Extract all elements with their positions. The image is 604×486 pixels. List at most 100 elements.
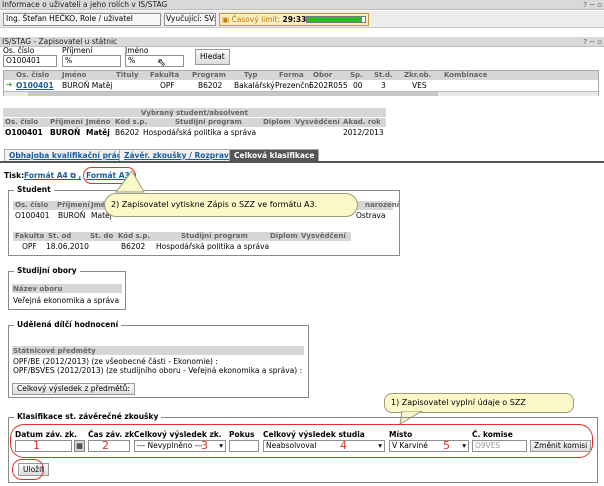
results-table: Os. číslo Jméno Tituly Fakulta Program T… — [3, 70, 599, 96]
sel-akad: 2012/2013 — [343, 128, 384, 137]
vyucujici-field: Vyučující: SV: HECKO — [164, 13, 216, 26]
st-h-stdo: St. do — [90, 232, 114, 240]
chevron-down-icon: ▾ — [462, 441, 466, 450]
step-number-5: 5 — [443, 439, 450, 452]
sel-h-vysvedceni: Vysvědčení — [295, 118, 340, 126]
note-2: 2) Zapisovatel vytiskne Zápis o SZZ ve f… — [104, 193, 358, 217]
result-os-cislo-link[interactable]: O100401 — [16, 81, 54, 90]
result-std: 3 — [381, 81, 386, 90]
calendar-icon[interactable]: ▦ — [74, 440, 85, 452]
results-header-forma[interactable]: Forma — [279, 71, 304, 79]
result-obor: 6202R055 — [309, 81, 348, 90]
sel-h-os: Os. číslo — [5, 118, 39, 126]
hodnoceni-legend: Udělená dílčí hodnocení — [14, 320, 122, 329]
sel-h-prijmeni: Příjmení — [50, 118, 83, 126]
result-fakulta: OPF — [160, 81, 175, 90]
results-header-tituly[interactable]: Tituly — [116, 71, 138, 79]
search-label-os-cislo: Os. číslo — [3, 46, 35, 55]
vysledek-zk-value: --- Nevyplněno --- — [137, 441, 203, 450]
st-h-stod: St. od — [48, 232, 72, 240]
st-h-narozeni: narození — [365, 201, 400, 209]
datum-input[interactable] — [15, 440, 72, 452]
sel-h-program: Studijní program — [175, 118, 242, 126]
results-header-jmeno[interactable]: Jméno — [62, 71, 86, 79]
klasifikace-legend: Klasifikace st. závěrečné zkoušky — [14, 412, 162, 421]
obory-header-text: Název oboru — [13, 285, 63, 293]
jmeno-input[interactable]: % — [125, 55, 184, 67]
st-stod: 18.06.2010 — [46, 242, 89, 251]
window-controls[interactable]: ? − ▫ — [583, 0, 602, 10]
st-h-program: Studijní program — [181, 232, 248, 240]
st-h-diplom: Diplom — [270, 232, 298, 240]
ulozit-highlight-ellipse — [12, 459, 44, 480]
kl-h-komise: Č. komise — [472, 430, 513, 439]
panel-controls[interactable]: ? − ▫ — [583, 37, 602, 47]
results-header-fakulta[interactable]: Fakulta — [150, 71, 179, 79]
scrollbar-thumb[interactable] — [28, 92, 438, 96]
results-header-zkrob[interactable]: Zkr.ob. — [404, 71, 431, 79]
kl-h-pokus: Pokus — [229, 430, 255, 439]
result-program: B6202 — [198, 81, 223, 90]
format-a4-text: Formát A4 — [24, 171, 68, 180]
hledat-button[interactable]: Hledat — [195, 49, 230, 65]
komise-input[interactable]: O9VES — [472, 440, 527, 452]
sel-program: Hospodářská politika a správa — [143, 128, 257, 137]
vyucujici-text: Vyučující: SV: HECKO — [166, 14, 216, 23]
tab-underline — [0, 161, 604, 163]
search-label-jmeno: Jméno — [125, 46, 149, 55]
vysledek-zk-select[interactable]: --- Nevyplněno --- ▾ — [134, 440, 226, 452]
results-header-std[interactable]: St.d. — [374, 71, 393, 79]
st-h-os: Os. číslo — [15, 201, 49, 209]
time-limit-label: Časový limit: — [231, 15, 281, 24]
student-legend: Student — [14, 185, 54, 194]
hodnoceni-row-1: OPF/BE (2012/2013) (ze všeobecné části -… — [13, 357, 218, 366]
row-arrow-icon: ➔ — [6, 80, 13, 89]
result-zkrob: VES — [412, 81, 427, 90]
results-header-typ[interactable]: Typ — [244, 71, 258, 79]
kl-h-vysledek-studia: Celkový výsledek studia — [263, 430, 365, 439]
user-role-field[interactable]: Ing. Štefan HEČKO, Role / uživatel — [3, 13, 161, 26]
selected-title-text: Vybraný student/absolvent — [140, 109, 249, 117]
zmenit-komisi-button[interactable]: Změnit komisi — [530, 440, 592, 452]
vysledek-studia-select[interactable]: Neabsolvoval ▾ — [263, 440, 385, 452]
results-header-program[interactable]: Program — [192, 71, 226, 79]
result-jmeno: BUROŇ Matěj — [62, 81, 113, 90]
sel-h-akad: Akad. rok — [343, 118, 381, 126]
st-kod: B6202 — [121, 242, 146, 251]
result-forma: Prezenční — [275, 81, 312, 90]
user-role-text: Ing. Štefan HEČKO, Role / uživatel — [6, 14, 133, 23]
result-sp: 00 — [353, 81, 363, 90]
results-scrollbar[interactable] — [4, 91, 598, 96]
sel-h-diplom: Diplom — [263, 118, 291, 126]
results-row[interactable]: ➔ O100401 BUROŇ Matěj OPF B6202 Bakalářs… — [4, 80, 598, 91]
time-progress-fill — [307, 17, 363, 22]
window-title-bar: Informace o uživateli a jeho rolích v IS… — [0, 0, 604, 10]
kl-h-cas: Čas záv. zk — [88, 430, 135, 439]
external-link-icon: ⧉ — [70, 171, 76, 180]
step-number-3: 3 — [201, 439, 208, 452]
st-h-kod: Kód s.p. — [118, 232, 151, 240]
kl-h-misto: Místo — [389, 430, 413, 439]
sel-jmeno: Matěj — [86, 128, 110, 137]
misto-select[interactable]: V Karviné ▾ — [389, 440, 469, 452]
results-header-os-cislo[interactable]: Os. číslo — [16, 71, 49, 79]
cas-input[interactable] — [88, 440, 130, 452]
vysledek-studia-value: Neabsolvoval — [266, 441, 317, 450]
results-header-sp[interactable]: Sp. — [350, 71, 363, 79]
format-a4-link[interactable]: Formát A4 ⧉ , — [24, 171, 81, 181]
results-header-obor[interactable]: Obor — [313, 71, 332, 79]
st-os: O100401 — [15, 211, 50, 220]
pokus-input[interactable] — [229, 440, 259, 452]
sel-kod: B6202 — [115, 128, 140, 137]
celkovy-vysledek-predmetu-button[interactable]: Celkový výsledek z předmětů: — [12, 383, 135, 395]
os-cislo-input[interactable]: O100401 — [3, 55, 57, 67]
selected-student-table: Vybraný student/absolvent Os. číslo Příj… — [3, 108, 386, 139]
st-prijmeni: BUROŇ — [58, 211, 86, 220]
obory-legend: Studijní obory — [14, 266, 80, 275]
st-h-vysvedceni: Vysvědčení — [301, 232, 346, 240]
obory-header: Název oboru — [12, 284, 122, 293]
sel-h-jmeno: Jméno — [86, 118, 111, 126]
results-header-kombinace[interactable]: Kombinace — [444, 71, 487, 79]
time-limit: ▣ Časový limit: 29:33 — [219, 13, 369, 26]
prijmeni-input[interactable]: % — [62, 55, 121, 67]
